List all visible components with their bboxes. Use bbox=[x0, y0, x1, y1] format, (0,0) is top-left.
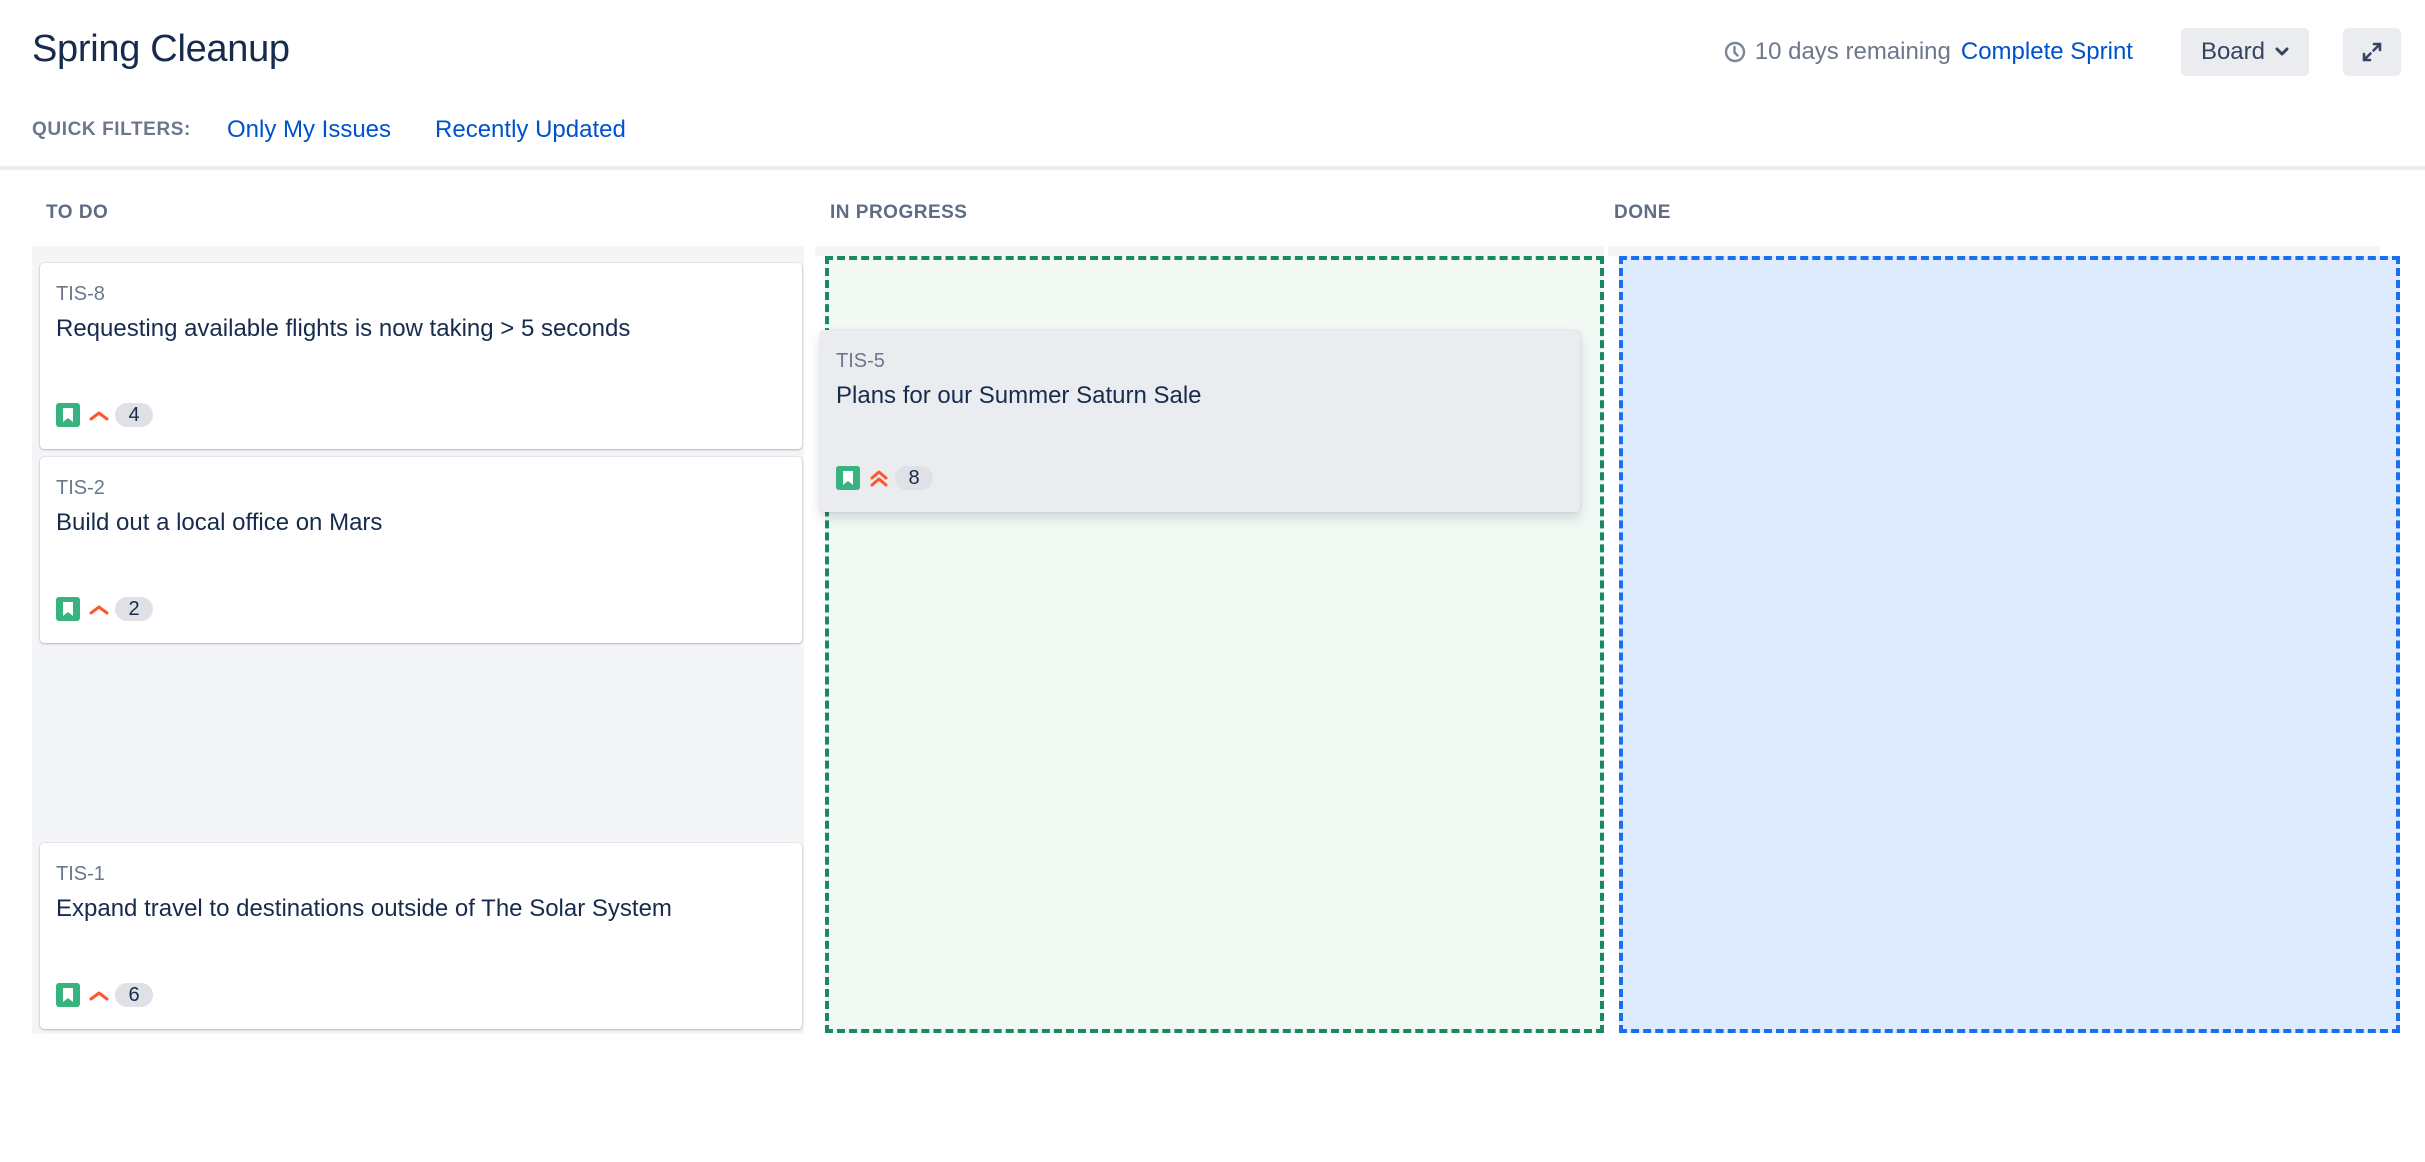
clock-icon bbox=[1723, 40, 1747, 64]
story-icon bbox=[56, 403, 80, 427]
issue-card[interactable]: TIS-2 Build out a local office on Mars 2 bbox=[40, 457, 802, 643]
column-header-done: DONE bbox=[1614, 202, 1671, 223]
quick-filters: QUICK FILTERS: Only My Issues Recently U… bbox=[32, 112, 670, 148]
story-icon bbox=[836, 466, 860, 490]
story-points-badge: 8 bbox=[895, 466, 933, 490]
issue-summary: Expand travel to destinations outside of… bbox=[56, 895, 672, 922]
complete-sprint-link[interactable]: Complete Sprint bbox=[1961, 38, 2133, 66]
issue-card[interactable]: TIS-1 Expand travel to destinations outs… bbox=[40, 843, 802, 1029]
chevron-down-icon bbox=[2275, 47, 2289, 57]
issue-key: TIS-8 bbox=[56, 283, 105, 305]
board-dropdown-button[interactable]: Board bbox=[2180, 28, 2309, 76]
story-icon bbox=[56, 597, 80, 621]
filter-only-my-issues[interactable]: Only My Issues bbox=[227, 116, 391, 144]
board-title: Spring Cleanup bbox=[32, 28, 290, 70]
board-button-label: Board bbox=[2200, 38, 2265, 65]
dropzone-done[interactable] bbox=[1619, 256, 2400, 1033]
column-done bbox=[1608, 246, 2380, 256]
sprint-controls: 10 days remaining Complete Sprint Board bbox=[1723, 28, 2425, 76]
column-in-progress bbox=[815, 246, 1604, 256]
issue-summary: Build out a local office on Mars bbox=[56, 509, 383, 536]
story-points-badge: 2 bbox=[115, 597, 153, 621]
story-points-badge: 6 bbox=[115, 983, 153, 1007]
story-icon bbox=[56, 983, 80, 1007]
issue-key: TIS-1 bbox=[56, 863, 105, 885]
expand-icon bbox=[2360, 40, 2384, 64]
fullscreen-button[interactable] bbox=[2343, 28, 2401, 76]
issue-card[interactable]: TIS-8 Requesting available flights is no… bbox=[40, 263, 802, 449]
story-points-badge: 4 bbox=[115, 403, 153, 427]
priority-high-icon bbox=[867, 466, 891, 490]
issue-summary: Plans for our Summer Saturn Sale bbox=[836, 382, 1202, 409]
column-header-in-progress: IN PROGRESS bbox=[830, 202, 968, 223]
header-divider bbox=[0, 166, 2425, 170]
issue-key: TIS-5 bbox=[836, 350, 885, 372]
quick-filters-label: QUICK FILTERS: bbox=[32, 119, 191, 140]
days-remaining: 10 days remaining bbox=[1754, 38, 1951, 65]
priority-medium-icon bbox=[87, 983, 111, 1007]
issue-summary: Requesting available flights is now taki… bbox=[56, 315, 631, 342]
issue-card-dragging[interactable]: TIS-5 Plans for our Summer Saturn Sale 8 bbox=[820, 330, 1580, 512]
column-header-todo: TO DO bbox=[46, 202, 109, 223]
priority-medium-icon bbox=[87, 597, 111, 621]
priority-medium-icon bbox=[87, 403, 111, 427]
issue-key: TIS-2 bbox=[56, 477, 105, 499]
filter-recently-updated[interactable]: Recently Updated bbox=[435, 116, 626, 144]
